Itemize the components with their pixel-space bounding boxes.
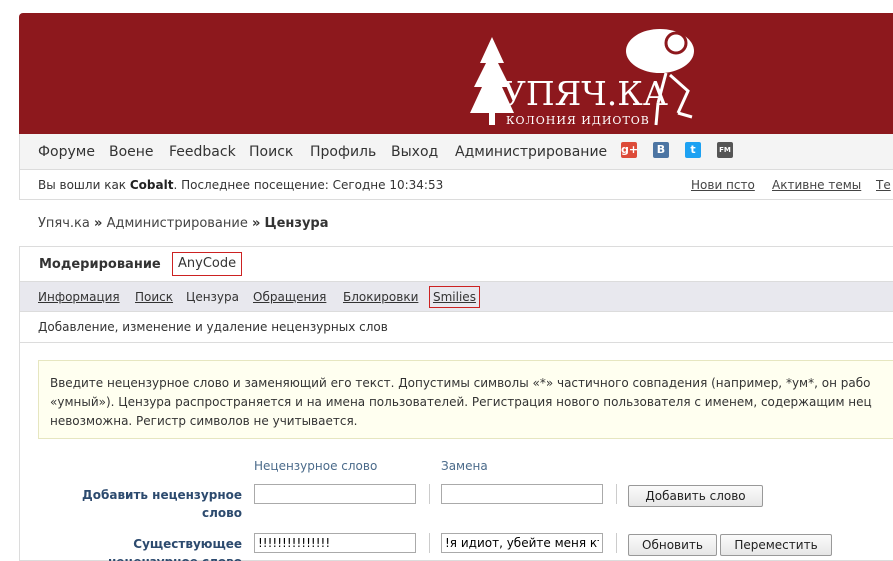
add-word-button[interactable]: Добавить слово	[628, 485, 763, 507]
field-divider	[616, 533, 617, 553]
twitter-icon[interactable]: t	[685, 142, 701, 158]
nav-forum[interactable]: Форуме	[38, 144, 95, 160]
new-posts-link[interactable]: Нови псто	[691, 178, 755, 192]
existing-word-input[interactable]	[254, 533, 416, 553]
admin-sub-tabs: Информация Поиск Цензура Обращения Блоки…	[20, 282, 893, 312]
svg-text:КОЛОНИЯ ИДИОТОВ: КОЛОНИЯ ИДИОТОВ	[506, 114, 650, 127]
breadcrumb: Упяч.ка » Администрирование » Цензура	[38, 216, 329, 231]
divider	[20, 342, 893, 343]
field-divider	[616, 484, 617, 504]
new-replacement-input[interactable]	[441, 484, 603, 504]
vk-icon[interactable]: B	[653, 142, 669, 158]
last-visit: . Последнее посещение: Сегодне 10:34:53	[173, 178, 444, 192]
move-button[interactable]: Переместить	[720, 534, 832, 556]
crumb-separator: »	[94, 216, 103, 231]
tab-smilies[interactable]: Smilies	[429, 286, 480, 308]
field-divider	[429, 484, 430, 504]
tab-search[interactable]: Поиск	[135, 290, 173, 304]
notice-line: «умный»). Цензура распространяется и на …	[50, 395, 872, 409]
existing-word-label: Существующее нецензурное слово	[108, 537, 242, 561]
site-header: УПЯЧ.КА КОЛОНИЯ ИДИОТОВ	[19, 13, 893, 134]
existing-replacement-input[interactable]	[441, 533, 603, 553]
crumb-root[interactable]: Упяч.ка	[38, 216, 90, 231]
nav-admin[interactable]: Администрирование	[455, 144, 607, 160]
username[interactable]: Cobalt	[130, 178, 174, 192]
nav-search[interactable]: Поиск	[249, 144, 293, 160]
svg-text:УПЯЧ.КА: УПЯЧ.КА	[502, 74, 668, 113]
main-nav: Форуме Воене Feedback Поиск Профиль Выхо…	[19, 134, 893, 170]
notice-line: невозможна. Регистр символов не учитывае…	[50, 414, 358, 428]
column-header-word: Нецензурное слово	[254, 459, 378, 473]
tab-blocks[interactable]: Блокировки	[343, 290, 418, 304]
admin-top-tabs: Модерирование AnyCode	[20, 247, 893, 282]
field-divider	[429, 533, 430, 553]
admin-panel: Модерирование AnyCode Информация Поиск Ц…	[19, 246, 893, 561]
nav-voene[interactable]: Воене	[109, 144, 154, 160]
anycode-tab[interactable]: AnyCode	[172, 252, 243, 276]
welcome-prefix: Вы вошли как	[38, 178, 130, 192]
crumb-admin[interactable]: Администрирование	[107, 216, 248, 231]
google-plus-icon[interactable]: g+	[621, 142, 638, 158]
truncated-link[interactable]: Те	[876, 178, 891, 192]
fm-icon[interactable]: FM	[717, 142, 733, 158]
tab-censorship: Цензура	[186, 290, 239, 304]
active-topics-link[interactable]: Активне темы	[772, 178, 861, 192]
tab-requests[interactable]: Обращения	[253, 290, 326, 304]
tab-info[interactable]: Информация	[38, 290, 120, 304]
nav-logout[interactable]: Выход	[391, 144, 438, 160]
site-logo[interactable]: УПЯЧ.КА КОЛОНИЯ ИДИОТОВ	[452, 13, 702, 134]
notice-line: Введите нецензурное слово и заменяющий е…	[50, 376, 871, 390]
add-word-label: Добавить нецензурное слово	[82, 488, 242, 520]
update-button[interactable]: Обновить	[628, 534, 717, 556]
notice-box: Введите нецензурное слово и заменяющий е…	[38, 360, 893, 439]
crumb-current: Цензура	[264, 216, 329, 231]
user-bar: Вы вошли как Cobalt. Последнее посещение…	[19, 170, 893, 200]
column-header-replacement: Замена	[441, 459, 488, 473]
section-description: Добавление, изменение и удаление нецензу…	[38, 320, 388, 334]
nav-feedback[interactable]: Feedback	[169, 144, 236, 160]
welcome-text: Вы вошли как Cobalt. Последнее посещение…	[38, 178, 443, 192]
crumb-separator: »	[252, 216, 261, 231]
new-word-input[interactable]	[254, 484, 416, 504]
moderation-title: Модерирование	[39, 257, 161, 272]
nav-profile[interactable]: Профиль	[310, 144, 376, 160]
